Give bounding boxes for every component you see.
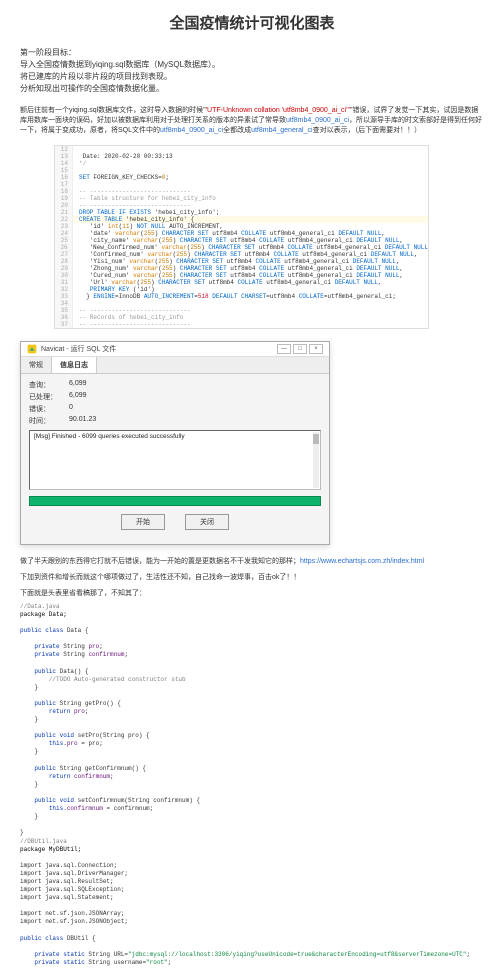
line-number: 21	[55, 209, 73, 216]
code-line: 'Zhong_num' varchar(255) CHARACTER SET u…	[73, 265, 428, 272]
error-paragraph: 额后往前有一个yiqing.sql数据库文件，这时导入数据的时候"'UTF-Un…	[20, 106, 484, 135]
code-line: 'date' varchar(255) CHARACTER SET utf8mb…	[73, 230, 428, 237]
dialog-titlebar[interactable]: Navicat - 运行 SQL 文件 — □ ×	[21, 342, 329, 357]
maximize-button[interactable]: □	[293, 344, 307, 354]
code-line: Date: 2020-02-20 00:33:13	[73, 153, 428, 160]
code-line: -- Records of hebei_city_info	[73, 314, 428, 321]
paragraph: 下面就是头表里省看稿那了，不知其了：	[20, 589, 484, 599]
dialog-row-queries: 查询：6,099	[29, 380, 321, 390]
code-line: 'Yisi_num' varchar(255) CHARACTER SET ut…	[73, 258, 428, 265]
code-line: */	[73, 160, 428, 167]
line-number: 24	[55, 230, 73, 237]
start-button[interactable]: 开始	[121, 514, 165, 530]
line-number: 14	[55, 160, 73, 167]
dialog-row-processed: 已处理：6,099	[29, 392, 321, 402]
code-line: SET FOREIGN_KEY_CHECKS=0;	[73, 174, 428, 181]
line-number: 16	[55, 174, 73, 181]
line-number: 12	[55, 146, 73, 153]
collation-link-1[interactable]: utf8mb4_0900_ai_ci	[286, 117, 349, 124]
code-line: 'city_name' varchar(255) CHARACTER SET u…	[73, 237, 428, 244]
line-number: 25	[55, 237, 73, 244]
sql-code-editor: 1213 Date: 2020-02-20 00:33:1314*/1516SE…	[54, 145, 429, 329]
scrollbar-thumb[interactable]	[313, 434, 319, 444]
code-line	[73, 300, 428, 307]
collation-link-2[interactable]: utf8mb4_0900_ai_ci	[160, 127, 223, 134]
line-number: 22	[55, 216, 73, 223]
java-code-data: //Data.java package Data; public class D…	[20, 603, 484, 967]
line-number: 26	[55, 244, 73, 251]
line-number: 19	[55, 195, 73, 202]
code-line: PRIMARY KEY ('id')	[73, 286, 428, 293]
tab-general[interactable]: 常规	[21, 357, 52, 373]
code-line: -- ----------------------------	[73, 307, 428, 314]
line-number: 20	[55, 202, 73, 209]
dialog-row-time: 时间：90.01.23	[29, 416, 321, 426]
line-number: 31	[55, 279, 73, 286]
code-line	[73, 146, 428, 153]
code-line: -- ----------------------------	[73, 188, 428, 195]
line-number: 18	[55, 188, 73, 195]
code-line: -- ----------------------------	[73, 321, 428, 328]
navicat-dialog: Navicat - 运行 SQL 文件 — □ × 常规 信息日志 查询：6,0…	[20, 341, 330, 545]
code-line: 'Cured_num' varchar(255) CHARACTER SET u…	[73, 272, 428, 279]
line-number: 36	[55, 314, 73, 321]
code-line: 'Url' varchar(255) CHARACTER SET utf8mb4…	[73, 279, 428, 286]
line-number: 37	[55, 321, 73, 328]
code-line: 'id' int(11) NOT NULL AUTO_INCREMENT,	[73, 223, 428, 230]
collation-link-3[interactable]: utf8mb4_general_ci	[251, 127, 313, 134]
page-title: 全国疫情统计可视化图表	[20, 12, 484, 33]
line-number: 27	[55, 251, 73, 258]
intro-line: 分析知现出可操作的全国疫情数据化量。	[20, 83, 484, 95]
line-number: 33	[55, 293, 73, 300]
line-number: 13	[55, 153, 73, 160]
minimize-button[interactable]: —	[277, 344, 291, 354]
code-line: 'Confirmed_num' varchar(255) CHARACTER S…	[73, 251, 428, 258]
tab-log[interactable]: 信息日志	[52, 357, 97, 373]
code-line: CREATE TABLE 'hebei_city_info' {	[73, 216, 428, 223]
intro-line: 将已建库的片段以非片段的项目找到表现。	[20, 71, 484, 83]
code-line	[73, 167, 428, 174]
scrollbar[interactable]	[313, 432, 319, 488]
paragraph: 下加到资件和增长而就这个哪项做过了，生活性还不知，自己找命一波焊事，百击ok了！…	[20, 573, 484, 583]
code-line: -- Table structure for hebei_city_info	[73, 195, 428, 202]
code-line	[73, 181, 428, 188]
line-number: 30	[55, 272, 73, 279]
dialog-log[interactable]: [Msg] Finished - 6099 queries executed s…	[29, 430, 321, 490]
echarts-link[interactable]: https://www.echartsjs.com.zh/index.html	[300, 558, 424, 565]
close-button[interactable]: ×	[309, 344, 323, 354]
dialog-row-errors: 错误：0	[29, 404, 321, 414]
dialog-tabs: 常规 信息日志	[21, 357, 329, 374]
intro-block: 第一阶段目标： 导入全国疫情数据到yiqing.sql数据库（MySQL数据库）…	[20, 47, 484, 95]
progress-bar	[29, 496, 321, 506]
navicat-icon	[27, 344, 37, 354]
code-line: -- ----------------------------	[73, 202, 428, 209]
dialog-log-text: [Msg] Finished - 6099 queries executed s…	[34, 433, 185, 440]
code-line: } ENGINE=InnoDB AUTO_INCREMENT=518 DEFAU…	[73, 293, 428, 300]
close-dialog-button[interactable]: 关闭	[185, 514, 229, 530]
line-number: 35	[55, 307, 73, 314]
dialog-body: 查询：6,099 已处理：6,099 错误：0 时间：90.01.23 [Msg…	[21, 374, 329, 544]
paragraph: 做了半天跟别的东西得它打就不后错误，能为一开始的置是更数据名不干发我知它的那样；…	[20, 557, 484, 567]
line-number: 17	[55, 181, 73, 188]
intro-line: 第一阶段目标：	[20, 47, 484, 59]
line-number: 15	[55, 167, 73, 174]
line-number: 28	[55, 258, 73, 265]
line-number: 29	[55, 265, 73, 272]
line-number: 23	[55, 223, 73, 230]
dialog-title: Navicat - 运行 SQL 文件	[41, 344, 277, 354]
intro-line: 导入全国疫情数据到yiqing.sql数据库（MySQL数据库）。	[20, 59, 484, 71]
code-line: DROP TABLE IF EXISTS 'hebei_city_info';	[73, 209, 428, 216]
code-line: 'New_Confirmed_num' varchar(255) CHARACT…	[73, 244, 428, 251]
error-text: 'UTF-Unknown collation 'utf8mb4_0900_ai_…	[206, 107, 350, 114]
line-number: 32	[55, 286, 73, 293]
line-number: 34	[55, 300, 73, 307]
